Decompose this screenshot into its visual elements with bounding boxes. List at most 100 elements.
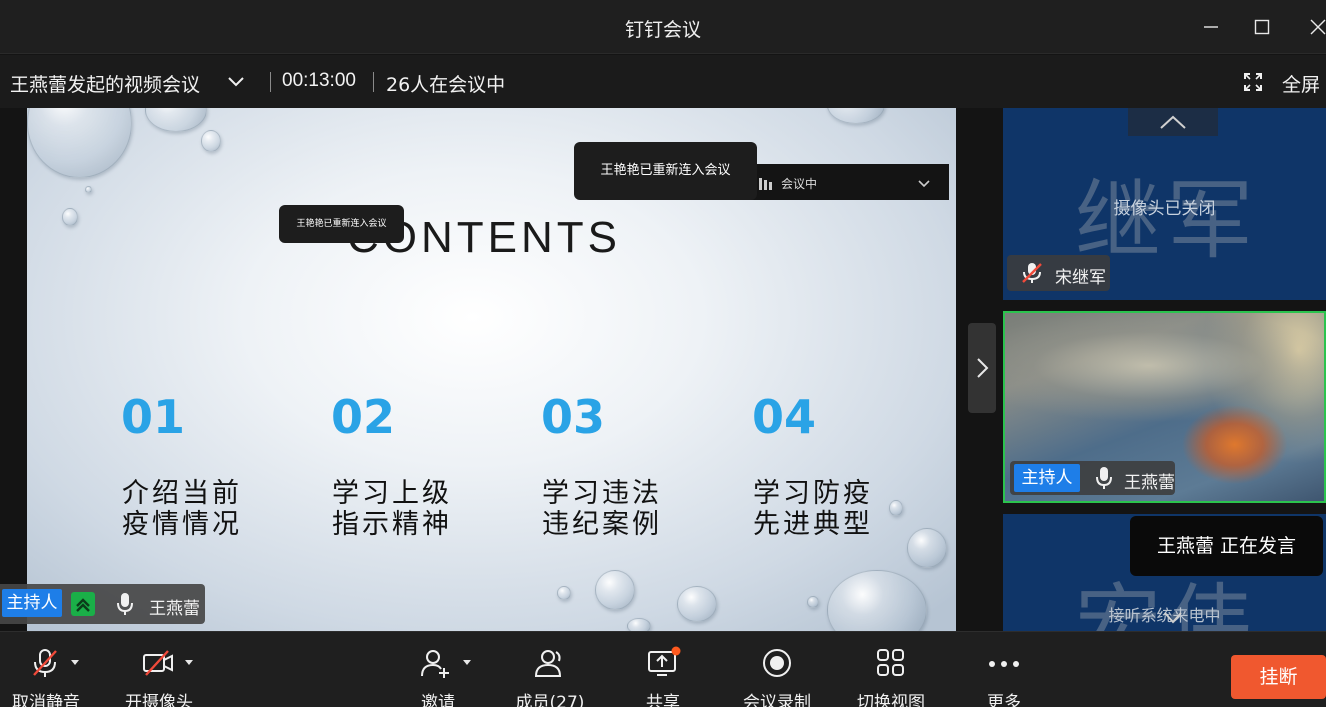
- maximize-button[interactable]: [1247, 12, 1277, 42]
- chevron-right-icon: [977, 358, 989, 378]
- members-label: 成员(27): [515, 693, 585, 707]
- dropdown-caret-icon[interactable]: [185, 660, 193, 665]
- participant-tile[interactable]: 继军 摄像头已关闭 宋继军: [1003, 108, 1326, 300]
- participant-name-tag: 宋继军: [1007, 255, 1110, 291]
- meeting-window: 钉钉会议 王燕蕾发起的视频会议 00:13:00 26人在会议中 全屏 CONT…: [0, 0, 1326, 707]
- unmute-label: 取消静音: [12, 693, 80, 707]
- dropdown-caret-icon[interactable]: [71, 660, 79, 665]
- more-label: 更多: [987, 693, 1021, 707]
- presenter-name: 王燕蕾: [149, 599, 200, 619]
- slide-item-line: 学习防疫: [753, 478, 873, 509]
- meeting-info-bar: 王燕蕾发起的视频会议 00:13:00 26人在会议中: [0, 55, 1326, 108]
- microphone-muted-icon: [33, 649, 57, 677]
- camera-label: 开摄像头: [125, 693, 193, 707]
- slide-item-line: 疫情情况: [122, 509, 242, 540]
- invite-label: 邀请: [421, 693, 455, 707]
- participant-tile-active-speaker[interactable]: 主持人 王燕蕾: [1003, 311, 1326, 503]
- microphone-icon: [117, 593, 133, 615]
- water-drop: [627, 618, 651, 631]
- embedded-status-bar: 会议中: [742, 164, 949, 200]
- camera-off-icon: [143, 650, 173, 676]
- slide-item-number: 03: [541, 390, 606, 444]
- slide-item-number: 04: [752, 390, 817, 444]
- water-drop: [62, 208, 78, 226]
- presenter-tag: 主持人 王燕蕾: [0, 584, 205, 624]
- switch-view-label: 切换视图: [857, 693, 925, 707]
- slide-item-text: 学习上级 指示精神: [332, 478, 452, 540]
- slide-item-text: 介绍当前 疫情情况: [122, 478, 242, 540]
- title-bar: 钉钉会议: [0, 0, 1326, 54]
- fullscreen-button[interactable]: 全屏: [1282, 70, 1320, 97]
- close-button[interactable]: [1303, 12, 1326, 42]
- add-user-icon: [421, 650, 449, 678]
- members-icon: [534, 650, 562, 677]
- host-badge: 主持人: [2, 589, 62, 617]
- share-arrow-icon: [76, 598, 90, 612]
- members-button[interactable]: 成员(27): [510, 632, 590, 707]
- divider: [373, 72, 374, 92]
- sidebar-toggle-button[interactable]: [968, 323, 996, 413]
- slide-item-number: 02: [331, 390, 396, 444]
- participant-name-tag: 主持人 王燕蕾: [1010, 461, 1175, 495]
- water-drop: [889, 500, 903, 516]
- close-icon: [1310, 19, 1326, 35]
- water-drop: [201, 130, 221, 152]
- camera-button[interactable]: 开摄像头: [112, 632, 206, 707]
- scroll-up-button[interactable]: [1128, 108, 1218, 136]
- water-drop: [827, 108, 885, 124]
- more-button[interactable]: 更多: [972, 632, 1036, 707]
- microphone-icon: [1096, 467, 1112, 489]
- more-icon: [989, 661, 1019, 667]
- share-button[interactable]: 共享: [630, 632, 696, 707]
- speaking-indicator: 王燕蕾 正在发言: [1130, 516, 1323, 576]
- water-drop: [595, 570, 635, 610]
- signal-bars-icon: [759, 178, 772, 190]
- grid-view-icon: [877, 649, 904, 676]
- slide-item-line: 指示精神: [332, 509, 452, 540]
- unmute-button[interactable]: 取消静音: [0, 632, 92, 707]
- chevron-down-icon[interactable]: [224, 69, 248, 93]
- dropdown-caret-icon[interactable]: [463, 660, 471, 665]
- slide-item-line: 先进典型: [753, 509, 873, 540]
- participant-name: 宋继军: [1055, 268, 1106, 288]
- invite-button[interactable]: 邀请: [405, 632, 471, 707]
- chevron-down-icon[interactable]: [1163, 610, 1183, 626]
- water-drop: [557, 586, 571, 600]
- minimize-button[interactable]: [1196, 12, 1226, 42]
- camera-off-status: 摄像头已关闭: [1113, 199, 1216, 219]
- slide-item-line: 学习违法: [542, 478, 662, 509]
- chevron-down-icon: [918, 180, 930, 188]
- record-label: 会议录制: [743, 693, 811, 707]
- water-drop: [907, 528, 947, 568]
- switch-view-button[interactable]: 切换视图: [850, 632, 932, 707]
- reconnect-toast: 王艳艳已重新连入会议: [574, 142, 757, 200]
- share-screen-icon: [648, 646, 681, 676]
- reconnect-toast: 王艳艳已重新连入会议: [279, 205, 404, 243]
- participant-name: 王燕蕾: [1124, 473, 1175, 493]
- water-drop: [807, 596, 819, 608]
- app-title: 钉钉会议: [624, 19, 701, 41]
- water-drop: [677, 586, 717, 622]
- slide-item-line: 违纪案例: [542, 509, 662, 540]
- screen-share-icon: [71, 592, 95, 616]
- share-label: 共享: [646, 693, 680, 707]
- divider: [270, 72, 271, 92]
- chevron-up-icon: [1160, 115, 1186, 129]
- meeting-toolbar: 取消静音 开摄像头 邀请 成员(27) 共享 会议录制 切换视图 更多 挂断: [0, 631, 1326, 707]
- record-icon: [763, 649, 791, 677]
- meeting-timer: 00:13:00: [282, 70, 356, 91]
- fullscreen-icon[interactable]: [1243, 72, 1263, 92]
- status-text: 会议中: [781, 177, 818, 191]
- water-drop: [85, 186, 92, 193]
- water-drop: [145, 108, 207, 132]
- slide-item-line: 介绍当前: [122, 478, 242, 509]
- slide-item-number: 01: [121, 390, 186, 444]
- participant-count[interactable]: 26人在会议中: [386, 70, 505, 97]
- minimize-icon: [1204, 26, 1218, 28]
- meeting-name[interactable]: 王燕蕾发起的视频会议: [10, 70, 200, 97]
- water-drop: [827, 570, 927, 631]
- host-badge: 主持人: [1014, 464, 1080, 492]
- record-button[interactable]: 会议录制: [736, 632, 818, 707]
- hangup-button[interactable]: 挂断: [1231, 655, 1326, 699]
- slide-item-text: 学习违法 违纪案例: [542, 478, 662, 540]
